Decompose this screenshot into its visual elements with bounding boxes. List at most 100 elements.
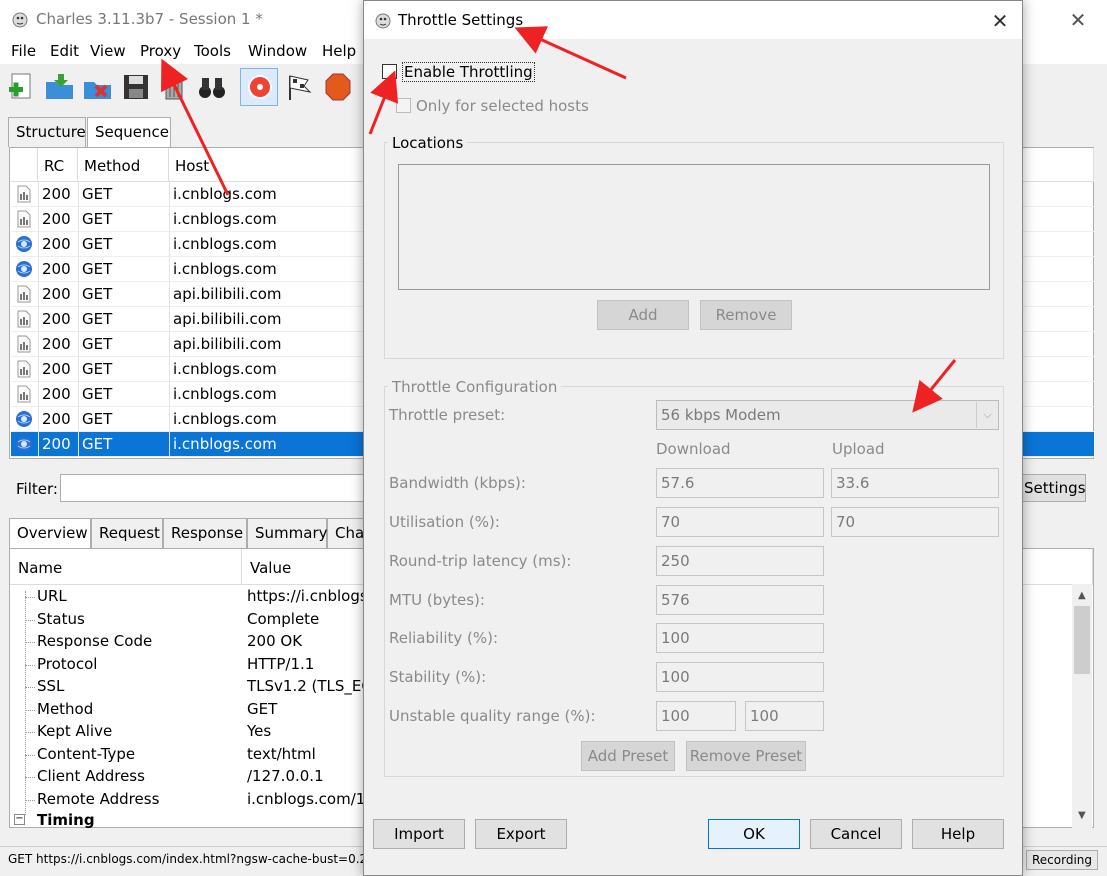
column-divider	[169, 232, 170, 257]
column-divider	[169, 432, 170, 457]
add-location-button[interactable]: Add	[597, 300, 689, 330]
bandwidth-download-field[interactable]: 57.6	[656, 468, 824, 498]
utilisation-download-field[interactable]: 70	[656, 507, 824, 537]
unstable-range-max-field[interactable]: 100	[745, 701, 824, 731]
page-icon	[15, 335, 33, 353]
menu-view[interactable]: View	[90, 42, 126, 60]
tab-response[interactable]: Response	[163, 518, 247, 548]
tab-request[interactable]: Request	[91, 518, 163, 548]
only-selected-hosts-checkbox[interactable]	[396, 98, 411, 113]
find-binoculars-icon[interactable]	[196, 70, 228, 104]
bandwidth-upload-field[interactable]: 33.6	[831, 468, 999, 498]
download-column-label: Download	[656, 440, 731, 458]
app-title: Charles 3.11.3b7 - Session 1 *	[36, 10, 263, 28]
cancel-button[interactable]: Cancel	[810, 819, 902, 849]
open-session-icon[interactable]	[44, 70, 76, 104]
add-preset-button[interactable]: Add Preset	[581, 741, 675, 771]
detail-scrollbar[interactable]: ▲ ▼	[1072, 584, 1092, 828]
chevron-down-icon[interactable]: ⌵	[976, 402, 998, 428]
export-button[interactable]: Export	[475, 819, 567, 849]
recording-badge[interactable]: Recording	[1026, 850, 1098, 870]
detail-row-name[interactable]: Content-Type	[37, 745, 135, 763]
new-session-icon[interactable]	[6, 70, 38, 104]
unstable-range-min-field[interactable]: 100	[656, 701, 736, 731]
menu-window[interactable]: Window	[248, 42, 307, 60]
column-divider	[38, 432, 39, 457]
timing-node[interactable]: Timing	[37, 811, 95, 829]
column-divider	[169, 282, 170, 307]
enable-throttling-checkbox[interactable]	[382, 64, 397, 79]
scroll-thumb[interactable]	[1074, 606, 1090, 674]
remove-preset-button[interactable]: Remove Preset	[686, 741, 806, 771]
timing-collapse-icon[interactable]: −	[14, 814, 25, 825]
tab-overview[interactable]: Overview	[9, 518, 91, 549]
import-button[interactable]: Import	[373, 819, 465, 849]
scroll-up-icon[interactable]: ▲	[1078, 590, 1086, 601]
detail-column-name[interactable]: Name	[10, 549, 242, 585]
upload-column-label: Upload	[832, 440, 885, 458]
row-host: i.cnblogs.com	[173, 435, 277, 453]
detail-row-name[interactable]: SSL	[37, 677, 64, 695]
detail-row-name[interactable]: Method	[37, 700, 93, 718]
stop-icon[interactable]	[322, 70, 354, 104]
utilisation-upload-field[interactable]: 70	[831, 507, 999, 537]
column-header-method[interactable]: Method	[78, 148, 169, 182]
dialog-close-button[interactable]: ✕	[986, 7, 1014, 35]
remove-location-button[interactable]: Remove	[700, 300, 792, 330]
detail-row-name[interactable]: Status	[37, 610, 85, 628]
detail-row-name[interactable]: Client Address	[37, 767, 145, 785]
detail-row-name[interactable]: URL	[37, 587, 67, 605]
menu-help[interactable]: Help	[322, 42, 356, 60]
row-host: api.bilibili.com	[173, 285, 282, 303]
clear-session-icon[interactable]	[158, 70, 190, 104]
column-divider	[169, 257, 170, 282]
menu-proxy[interactable]: Proxy	[140, 42, 181, 60]
detail-row-name[interactable]: Response Code	[37, 632, 152, 650]
save-icon[interactable]	[120, 70, 152, 104]
detail-row-name[interactable]: Kept Alive	[37, 722, 112, 740]
column-divider	[78, 382, 79, 407]
tab-structure[interactable]: Structure	[8, 117, 86, 147]
detail-row-name[interactable]: Protocol	[37, 655, 97, 673]
enable-throttling-label[interactable]: Enable Throttling	[402, 62, 535, 82]
throttle-preset-select[interactable]: 56 kbps Modem	[656, 400, 999, 430]
tab-summary[interactable]: Summary	[247, 518, 328, 548]
start-ssl-proxying-flag-icon[interactable]	[284, 70, 316, 104]
help-button[interactable]: Help	[912, 819, 1004, 849]
latency-field[interactable]: 250	[656, 546, 824, 576]
column-divider	[38, 332, 39, 357]
tree-connector	[25, 619, 35, 621]
row-method: GET	[82, 360, 113, 378]
mtu-label: MTU (bytes):	[389, 591, 485, 609]
column-divider	[169, 357, 170, 382]
menu-tools[interactable]: Tools	[194, 42, 231, 60]
mtu-field[interactable]: 576	[656, 585, 824, 615]
row-host: i.cnblogs.com	[173, 210, 277, 228]
detail-row-name[interactable]: Remote Address	[37, 790, 159, 808]
column-header-rc[interactable]: RC	[38, 148, 78, 182]
tab-chart[interactable]: Cha	[327, 518, 367, 548]
ok-button[interactable]: OK	[708, 819, 800, 849]
record-icon[interactable]	[244, 70, 276, 104]
page-icon	[15, 385, 33, 403]
icon-column-header	[10, 148, 38, 182]
detail-row-value: https://i.cnblogs	[247, 587, 368, 605]
menu-file[interactable]: File	[11, 42, 36, 60]
column-divider	[78, 357, 79, 382]
scroll-down-icon[interactable]: ▼	[1078, 810, 1086, 821]
reliability-field[interactable]: 100	[656, 623, 824, 653]
filter-input[interactable]	[60, 474, 370, 502]
row-host: i.cnblogs.com	[173, 385, 277, 403]
column-divider	[169, 332, 170, 357]
charles-logo-icon	[375, 13, 391, 29]
tab-sequence[interactable]: Sequence	[87, 117, 171, 148]
window-close-button[interactable]: ✕	[1064, 6, 1092, 34]
filter-label: Filter:	[16, 480, 58, 498]
dialog-title: Throttle Settings	[398, 11, 524, 29]
locations-list[interactable]	[398, 164, 990, 290]
row-host: api.bilibili.com	[173, 335, 282, 353]
close-session-icon[interactable]	[82, 70, 114, 104]
menu-edit[interactable]: Edit	[50, 42, 79, 60]
stability-field[interactable]: 100	[656, 662, 824, 692]
filter-settings-button[interactable]: Settings	[1018, 474, 1086, 502]
